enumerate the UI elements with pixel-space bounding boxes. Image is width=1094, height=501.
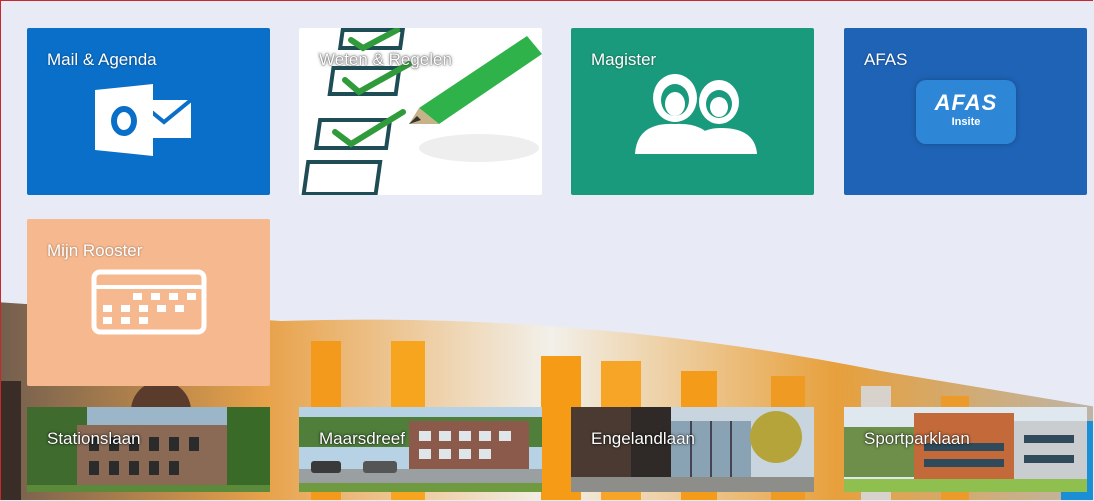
building-photo xyxy=(27,407,270,492)
users-icon xyxy=(635,74,757,154)
location-sportparklaan[interactable]: Sportparklaan xyxy=(844,407,1087,492)
afas-logo-sub: Insite xyxy=(951,116,981,128)
portal-page: Mail & Agenda Weten & Regelen Magister A… xyxy=(0,0,1093,500)
building-photo xyxy=(299,407,542,492)
tile-title: AFAS xyxy=(864,50,908,69)
tile-mail-agenda[interactable]: Mail & Agenda xyxy=(27,28,270,195)
location-title: Maarsdreef xyxy=(319,429,405,448)
tile-title: Weten & Regelen xyxy=(319,50,452,69)
location-title: Sportparklaan xyxy=(864,429,970,448)
location-maarsdreef[interactable]: Maarsdreef xyxy=(299,407,542,492)
tile-weten-regelen[interactable]: Weten & Regelen xyxy=(299,28,542,195)
location-title: Engelandlaan xyxy=(591,429,695,448)
afas-logo-brand: AFAS xyxy=(934,90,998,115)
building-photo xyxy=(571,407,814,492)
location-stationslaan[interactable]: Stationslaan xyxy=(27,407,270,492)
tile-title: Magister xyxy=(591,50,657,69)
tile-title: Mail & Agenda xyxy=(47,50,157,69)
tile-afas[interactable]: AFAS AFAS Insite xyxy=(844,28,1087,195)
location-engelandlaan[interactable]: Engelandlaan xyxy=(571,407,814,492)
calendar-icon xyxy=(91,269,207,335)
tile-mijn-rooster[interactable]: Mijn Rooster xyxy=(27,219,270,386)
location-title: Stationslaan xyxy=(47,429,141,448)
outlook-icon xyxy=(95,84,193,156)
afas-insite-logo: AFAS Insite xyxy=(916,80,1016,144)
building-photo xyxy=(844,407,1087,492)
tile-magister[interactable]: Magister xyxy=(571,28,814,195)
tile-title: Mijn Rooster xyxy=(47,241,143,260)
